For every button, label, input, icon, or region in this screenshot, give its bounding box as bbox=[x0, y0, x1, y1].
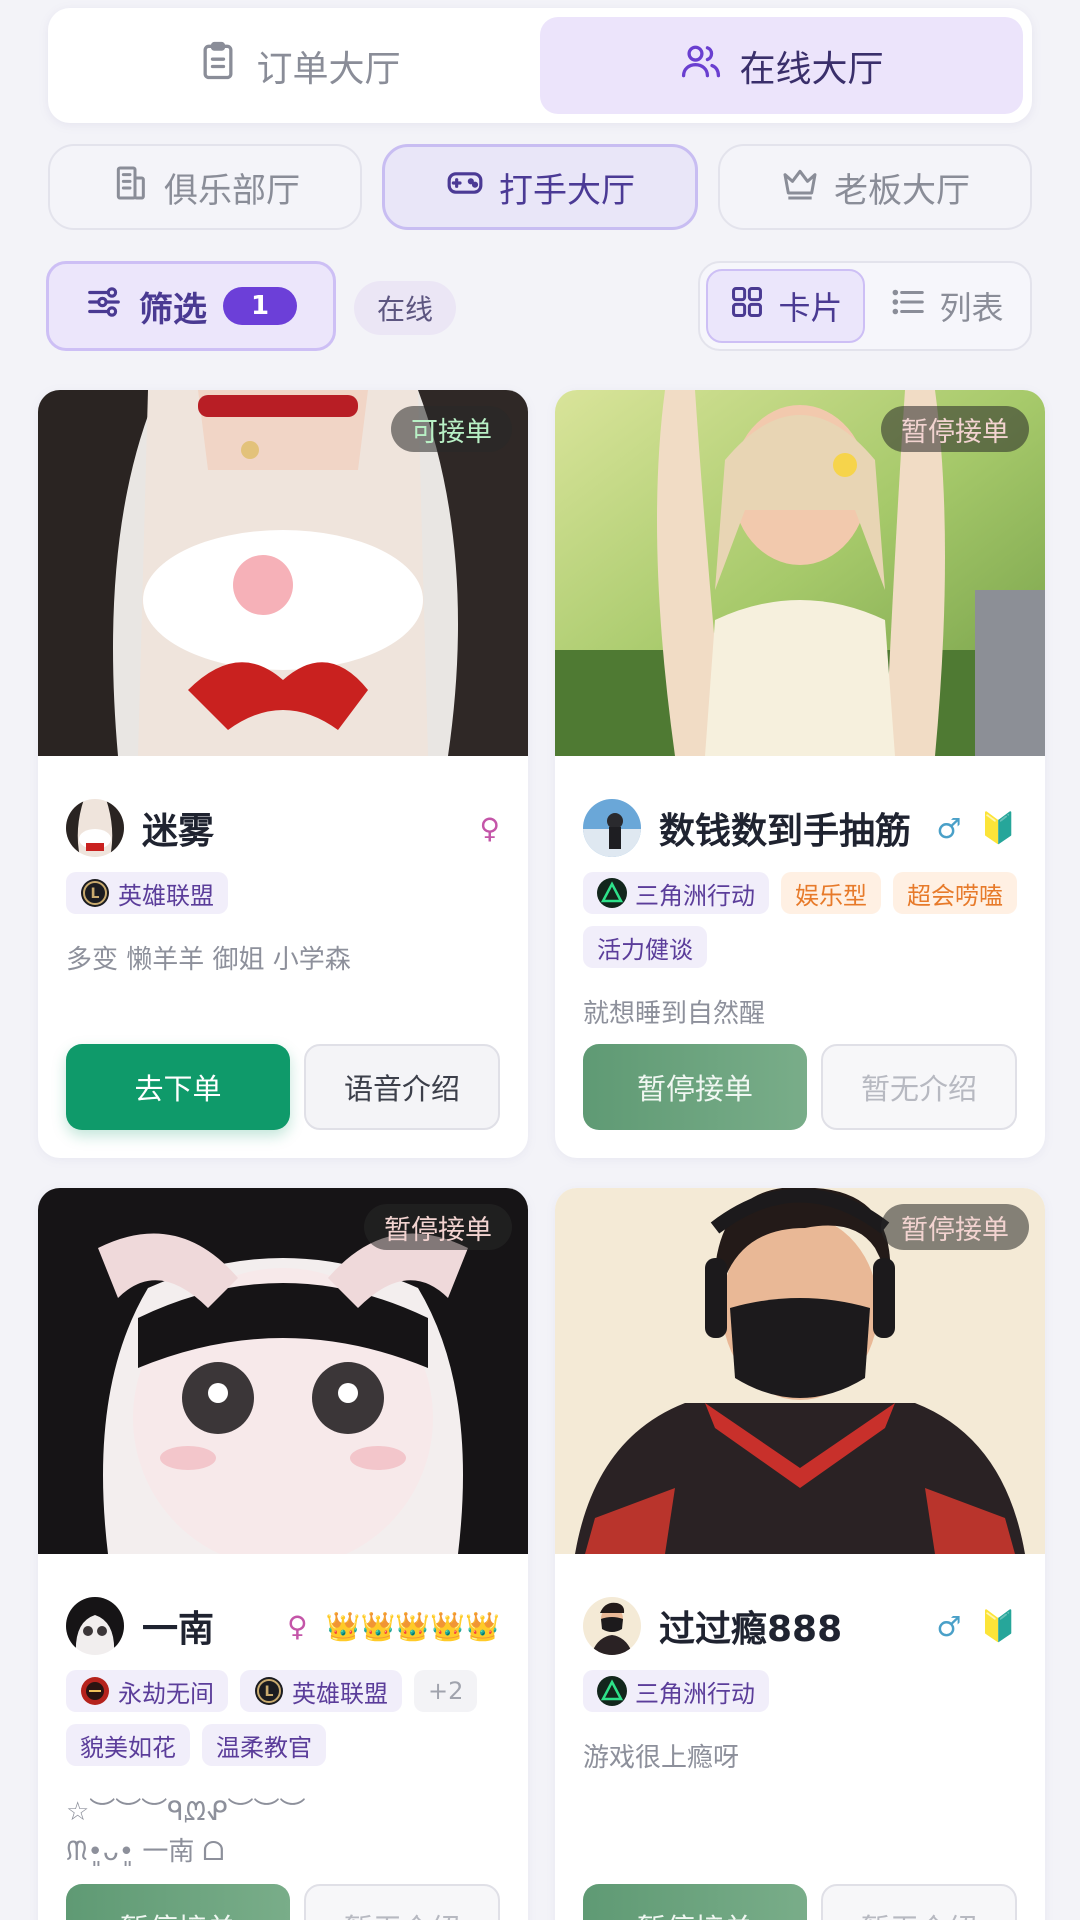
delta-force-icon bbox=[597, 878, 627, 908]
novice-badge-icon: 🔰 bbox=[979, 1608, 1017, 1644]
game-tag: L 英雄联盟 bbox=[240, 1670, 402, 1712]
player-bio: 多变 懒羊羊 御姐 小学森 bbox=[66, 945, 351, 975]
delta-force-icon bbox=[597, 1676, 627, 1706]
clipboard-icon bbox=[196, 39, 240, 92]
svg-text:L: L bbox=[265, 1684, 274, 1700]
player-name: 数钱数到手抽筋 bbox=[659, 811, 912, 852]
place-order-button[interactable]: 去下单 bbox=[66, 1044, 290, 1130]
tab-boss-hall-label: 老板大厅 bbox=[834, 170, 970, 211]
personality-tag: 超会唠嗑 bbox=[893, 872, 1017, 914]
novice-badge-icon: 🔰 bbox=[979, 810, 1017, 846]
player-card[interactable]: 可接单 迷雾 ♀ L 英雄联盟 多变 懒羊羊 御姐 小学森 去下单 语音介绍 bbox=[38, 390, 528, 1158]
building-icon bbox=[110, 163, 150, 212]
player-photo: 可接单 bbox=[38, 390, 528, 756]
male-gender-icon: ♂ bbox=[936, 1609, 962, 1643]
order-status-badge: 可接单 bbox=[391, 406, 512, 452]
player-card[interactable]: 暂停接单 过过瘾888 ♂ 🔰 三角洲行动 游戏很上瘾呀 暂停接单 暂无介绍 bbox=[555, 1188, 1045, 1920]
game-tag-label: 三角洲行动 bbox=[635, 881, 755, 910]
personality-tag: 娱乐型 bbox=[781, 872, 881, 914]
game-tag-label: 英雄联盟 bbox=[118, 881, 214, 910]
crown-badges-icon: 👑👑👑👑👑 bbox=[325, 1609, 500, 1643]
tab-player-hall[interactable]: 打手大厅 bbox=[382, 144, 698, 230]
player-photo: 暂停接单 bbox=[38, 1188, 528, 1554]
game-tag: 三角洲行动 bbox=[583, 872, 769, 914]
hall-tabs: 订单大厅 在线大厅 bbox=[48, 8, 1032, 123]
no-intro-button[interactable]: 暂无介绍 bbox=[821, 1044, 1017, 1130]
game-tag-label: 三角洲行动 bbox=[635, 1679, 755, 1708]
users-icon bbox=[679, 39, 723, 92]
tab-online-hall-label: 在线大厅 bbox=[739, 48, 884, 90]
personality-tag: 活力健谈 bbox=[583, 926, 707, 968]
game-tag-label: 永劫无间 bbox=[118, 1679, 214, 1708]
naraka-icon bbox=[80, 1676, 110, 1706]
female-gender-icon: ♀ bbox=[479, 811, 500, 845]
card-view-label: 卡片 bbox=[778, 289, 843, 327]
sub-hall-tabs: 俱乐部厅 打手大厅 老板大厅 bbox=[48, 144, 1032, 230]
paused-order-button[interactable]: 暂停接单 bbox=[583, 1884, 807, 1920]
player-bio: 就想睡到自然醒 bbox=[583, 999, 766, 1029]
avatar bbox=[583, 1597, 641, 1655]
player-card[interactable]: 暂停接单 一南 ♀ 👑👑👑👑👑 永劫无间 L 英雄联盟 +2 貌美如花 温柔教官 bbox=[38, 1188, 528, 1920]
player-name: 迷雾 bbox=[142, 811, 215, 852]
player-name: 一南 bbox=[142, 1609, 215, 1650]
player-card[interactable]: 暂停接单 数钱数到手抽筋 ♂ 🔰 三角洲行动 娱乐型 超会唠嗑 活力健谈 就想睡… bbox=[555, 390, 1045, 1158]
avatar bbox=[583, 799, 641, 857]
player-name: 过过瘾888 bbox=[659, 1609, 843, 1650]
avatar bbox=[66, 799, 124, 857]
personality-tag: 貌美如花 bbox=[66, 1724, 190, 1766]
lol-icon: L bbox=[80, 878, 110, 908]
order-status-badge: 暂停接单 bbox=[364, 1204, 512, 1250]
tab-order-hall-label: 订单大厅 bbox=[256, 48, 401, 90]
player-bio: ☆︶︶︶ᑫᘻᕵ︶︶︶ ᙏ•͈ᴗ•͈ 一南 ᗝ bbox=[66, 1792, 500, 1873]
male-gender-icon: ♂ bbox=[936, 811, 962, 845]
paused-order-button[interactable]: 暂停接单 bbox=[583, 1044, 807, 1130]
more-tags-count[interactable]: +2 bbox=[414, 1670, 478, 1712]
player-bio-line: ☆︶︶︶ᑫᘻᕵ︶︶︶ bbox=[66, 1797, 306, 1827]
list-icon bbox=[889, 283, 927, 329]
game-tag-label: 英雄联盟 bbox=[292, 1679, 388, 1708]
filter-label: 筛选 bbox=[139, 289, 207, 330]
order-status-badge: 暂停接单 bbox=[881, 406, 1029, 452]
tab-order-hall[interactable]: 订单大厅 bbox=[57, 17, 540, 114]
gamepad-icon bbox=[445, 163, 485, 212]
order-status-badge: 暂停接单 bbox=[881, 1204, 1029, 1250]
player-photo: 暂停接单 bbox=[555, 390, 1045, 756]
female-gender-icon: ♀ bbox=[287, 1609, 308, 1643]
no-intro-button[interactable]: 暂无介绍 bbox=[821, 1884, 1017, 1920]
no-intro-button[interactable]: 暂无介绍 bbox=[304, 1884, 500, 1920]
crown-icon bbox=[780, 163, 820, 212]
game-tag: 三角洲行动 bbox=[583, 1670, 769, 1712]
game-tag: L 英雄联盟 bbox=[66, 872, 228, 914]
player-photo: 暂停接单 bbox=[555, 1188, 1045, 1554]
tab-club-hall[interactable]: 俱乐部厅 bbox=[48, 144, 362, 230]
filter-count-badge: 1 bbox=[223, 287, 297, 325]
online-filter-chip[interactable]: 在线 bbox=[354, 281, 456, 335]
player-bio-line: ᙏ•͈ᴗ•͈ 一南 ᗝ bbox=[66, 1837, 225, 1868]
filter-icon bbox=[85, 283, 123, 330]
game-tag: 永劫无间 bbox=[66, 1670, 228, 1712]
personality-tag: 温柔教官 bbox=[202, 1724, 326, 1766]
grid-icon bbox=[728, 283, 766, 329]
player-bio: 游戏很上瘾呀 bbox=[583, 1743, 740, 1773]
filter-button[interactable]: 筛选 1 bbox=[46, 261, 336, 351]
card-view-button[interactable]: 卡片 bbox=[706, 269, 865, 343]
paused-order-button[interactable]: 暂停接单 bbox=[66, 1884, 290, 1920]
list-view-label: 列表 bbox=[939, 289, 1004, 327]
view-toggle: 卡片 列表 bbox=[698, 261, 1032, 351]
tab-boss-hall[interactable]: 老板大厅 bbox=[718, 144, 1032, 230]
tab-club-hall-label: 俱乐部厅 bbox=[164, 170, 300, 211]
lol-icon: L bbox=[254, 1676, 284, 1706]
tab-online-hall[interactable]: 在线大厅 bbox=[540, 17, 1023, 114]
voice-intro-button[interactable]: 语音介绍 bbox=[304, 1044, 500, 1130]
svg-text:L: L bbox=[91, 886, 100, 902]
tab-player-hall-label: 打手大厅 bbox=[499, 170, 635, 211]
avatar bbox=[66, 1597, 124, 1655]
list-view-button[interactable]: 列表 bbox=[869, 269, 1024, 343]
